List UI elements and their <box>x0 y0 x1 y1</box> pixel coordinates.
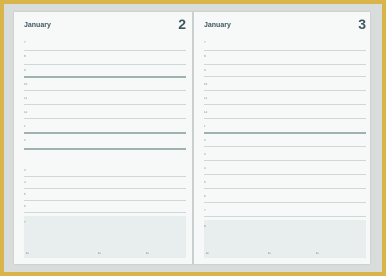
right-row-label: 4 <box>204 166 206 170</box>
right-page: January 3 7 8 9 10 11 12 1 2 3 4 5 6 7 8… <box>198 12 368 264</box>
right-row-label: 10 <box>204 82 208 86</box>
right-row-label: 6 <box>204 194 206 198</box>
right-row-line <box>204 90 366 91</box>
right-row-label: 9 <box>204 68 206 72</box>
left-footer-label: Ei <box>146 251 149 255</box>
left-row-label: 6 <box>24 204 26 208</box>
right-row-label: 1 <box>204 124 206 128</box>
left-row-line <box>24 176 186 177</box>
right-page-day-number: 3 <box>358 16 366 32</box>
left-row-label: 4 <box>24 180 26 184</box>
right-row-label: 2 <box>204 138 206 142</box>
spread-gutter <box>192 12 194 264</box>
left-row-label: 9 <box>24 68 26 72</box>
left-row-line <box>24 64 186 65</box>
left-page-day-number: 2 <box>178 16 186 32</box>
planner-spread: January 2 7 8 9 10 11 12 1 2 3 4 5 6 7 E… <box>14 12 370 264</box>
right-row-line <box>204 202 366 203</box>
right-row-line <box>204 146 366 147</box>
right-row-line <box>204 174 366 175</box>
right-row-label: 7 <box>204 40 206 44</box>
left-row-label: 7 <box>24 40 26 44</box>
right-row-line <box>204 64 366 65</box>
right-row-label: 5 <box>204 180 206 184</box>
planner-frame: January 2 7 8 9 10 11 12 1 2 3 4 5 6 7 E… <box>4 4 382 272</box>
left-row-label: 11 <box>24 96 28 100</box>
right-row-label: 7 <box>204 208 206 212</box>
left-row-label: 3 <box>24 168 26 172</box>
left-row-line <box>24 132 186 134</box>
right-row-line <box>204 118 366 119</box>
left-row-label: 10 <box>24 82 28 86</box>
left-row-line <box>24 76 186 78</box>
left-row-line <box>24 200 186 201</box>
left-row-line <box>24 188 186 189</box>
right-row-label: 3 <box>204 152 206 156</box>
right-row-line <box>204 216 366 217</box>
right-footer-label: Ei <box>268 251 271 255</box>
left-row-line <box>24 104 186 105</box>
right-row-label: 11 <box>204 96 208 100</box>
left-row-line <box>24 212 186 213</box>
left-row-line <box>24 90 186 91</box>
left-row-label: 7 <box>24 220 26 224</box>
left-row-label: 5 <box>24 192 26 196</box>
left-row-line <box>24 50 186 51</box>
right-row-line <box>204 160 366 161</box>
left-notes-area <box>24 216 186 258</box>
left-row-label: 2 <box>24 138 26 142</box>
left-footer-label: Ei <box>98 251 101 255</box>
right-row-label: 8 <box>204 224 206 228</box>
left-row-label: 8 <box>24 54 26 58</box>
right-row-label: 12 <box>204 110 208 114</box>
left-page: January 2 7 8 9 10 11 12 1 2 3 4 5 6 7 E… <box>18 12 188 264</box>
right-page-title: January <box>204 22 231 29</box>
left-row-line <box>24 118 186 119</box>
left-row-label: 12 <box>24 110 28 114</box>
right-notes-area <box>204 220 366 258</box>
right-row-line <box>204 76 366 77</box>
right-footer-label: Ei <box>316 251 319 255</box>
right-row-line <box>204 132 366 134</box>
right-row-line <box>204 50 366 51</box>
right-row-label: 8 <box>204 54 206 58</box>
left-row-label: 1 <box>24 124 26 128</box>
left-page-title: January <box>24 22 51 29</box>
right-row-line <box>204 188 366 189</box>
left-footer-label: Ei <box>26 251 29 255</box>
right-row-line <box>204 104 366 105</box>
right-footer-label: Ei <box>206 251 209 255</box>
left-row-line <box>24 148 186 150</box>
